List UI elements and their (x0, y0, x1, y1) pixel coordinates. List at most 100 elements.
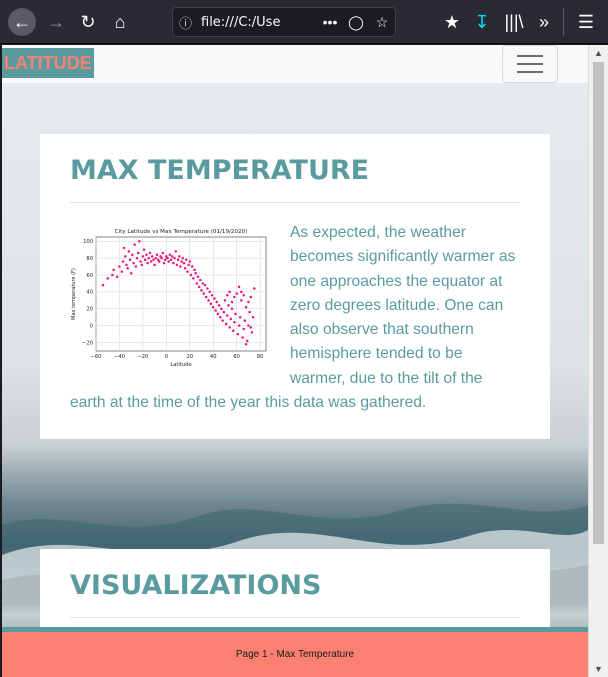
data-point (248, 310, 251, 314)
data-point (112, 268, 115, 272)
toggler-bar (517, 55, 543, 57)
y-axis-label: Max temperature (F) (71, 268, 77, 320)
x-tick-label: 0 (165, 354, 168, 360)
scrollbar-thumb[interactable] (593, 62, 604, 544)
data-point (177, 255, 181, 258)
data-point (228, 290, 231, 294)
data-point (174, 250, 177, 253)
data-point (162, 261, 166, 265)
data-point (203, 283, 207, 287)
data-point (226, 294, 229, 297)
data-point (120, 270, 124, 273)
hamburger-menu-icon[interactable]: ☰ (572, 8, 600, 36)
data-point (244, 305, 248, 309)
data-point (143, 258, 147, 262)
y-tick-label: 60 (86, 273, 93, 279)
info-icon[interactable]: ⓘ (179, 13, 201, 32)
data-point (169, 258, 173, 262)
data-point (251, 315, 255, 319)
data-point (176, 258, 180, 262)
library-icon[interactable]: |||\ (500, 8, 528, 36)
data-point (233, 321, 236, 324)
data-point (242, 294, 245, 297)
data-point (127, 250, 131, 253)
data-point (185, 258, 188, 262)
data-point (193, 268, 196, 272)
scatter-chart[interactable]: −60 −40 −20 0 20 40 60 80 −20 0 20 40 60 80 100 City La… (66, 223, 278, 375)
data-point (167, 260, 170, 263)
footer-text: Page 1 - Max Temperature (235, 649, 355, 660)
bookmark-star-icon[interactable]: ☆ (369, 14, 395, 31)
data-point (142, 248, 146, 251)
scroll-down-arrow-icon[interactable]: ▼ (589, 661, 608, 677)
data-point (125, 263, 128, 267)
more-dots-icon[interactable]: ••• (317, 14, 343, 30)
data-point (240, 290, 243, 294)
data-point (175, 263, 179, 267)
data-point (140, 263, 143, 267)
data-point (170, 255, 174, 258)
data-point (241, 336, 244, 339)
toggler-bar (517, 63, 543, 65)
data-point (126, 266, 129, 270)
data-point (247, 300, 250, 304)
data-point (101, 283, 105, 287)
reload-icon[interactable]: ↻ (74, 8, 102, 36)
data-point (152, 258, 155, 262)
data-point (224, 322, 228, 326)
pocket-icon[interactable]: ◯ (343, 14, 369, 31)
data-point (236, 332, 240, 336)
overflow-icon[interactable]: » (530, 8, 558, 36)
page-viewport: LATITUDE MAX TEMPERATURE −60 −40 −20 0 20 40 6… (2, 45, 588, 677)
data-point (237, 324, 241, 327)
data-point (206, 287, 209, 290)
data-point (138, 239, 141, 243)
data-point (134, 265, 138, 268)
navbar-toggler-button[interactable] (502, 45, 558, 83)
data-point (147, 256, 151, 260)
data-point (207, 299, 210, 302)
data-point (139, 260, 142, 263)
data-point (216, 312, 220, 316)
data-point (201, 282, 204, 285)
data-point (244, 342, 248, 346)
download-icon[interactable]: ↧ (468, 8, 496, 36)
data-point (136, 251, 140, 255)
data-point (149, 260, 153, 263)
data-point (238, 315, 242, 319)
data-point (200, 288, 203, 292)
data-point (208, 290, 211, 294)
scroll-up-arrow-icon[interactable]: ▲ (589, 45, 608, 61)
data-point (182, 261, 186, 265)
data-point (181, 256, 185, 260)
url-text[interactable]: file:///C:/Use (201, 15, 317, 30)
data-point (151, 255, 154, 258)
toolbar-divider (563, 8, 564, 36)
data-point (111, 273, 114, 277)
x-tick-label: 80 (257, 354, 264, 360)
home-icon[interactable]: ⌂ (106, 8, 134, 36)
data-point (128, 258, 132, 262)
data-point (211, 305, 215, 309)
data-point (219, 315, 222, 319)
brand-link[interactable]: LATITUDE (2, 48, 94, 78)
data-point (148, 251, 152, 255)
card-heading: MAX TEMPERATURE (70, 155, 370, 186)
vertical-scrollbar[interactable]: ▲ ▼ (588, 45, 608, 677)
data-point (210, 294, 214, 297)
data-point (240, 299, 243, 302)
data-point (129, 272, 133, 275)
data-point (230, 307, 234, 311)
y-tick-label: −20 (82, 340, 93, 346)
y-tick-label: 100 (83, 239, 93, 245)
data-point (250, 331, 254, 334)
y-tick-label: 0 (90, 323, 93, 329)
data-point (214, 309, 217, 312)
data-point (231, 329, 235, 332)
save-to-pocket-icon[interactable]: ★ (438, 8, 466, 36)
forward-arrow-icon[interactable]: → (42, 8, 70, 36)
data-point (135, 256, 139, 260)
back-arrow-icon[interactable]: ← (8, 8, 36, 36)
data-point (124, 255, 127, 258)
url-bar[interactable]: ⓘ file:///C:/Use ••• ◯ ☆ (172, 7, 396, 37)
